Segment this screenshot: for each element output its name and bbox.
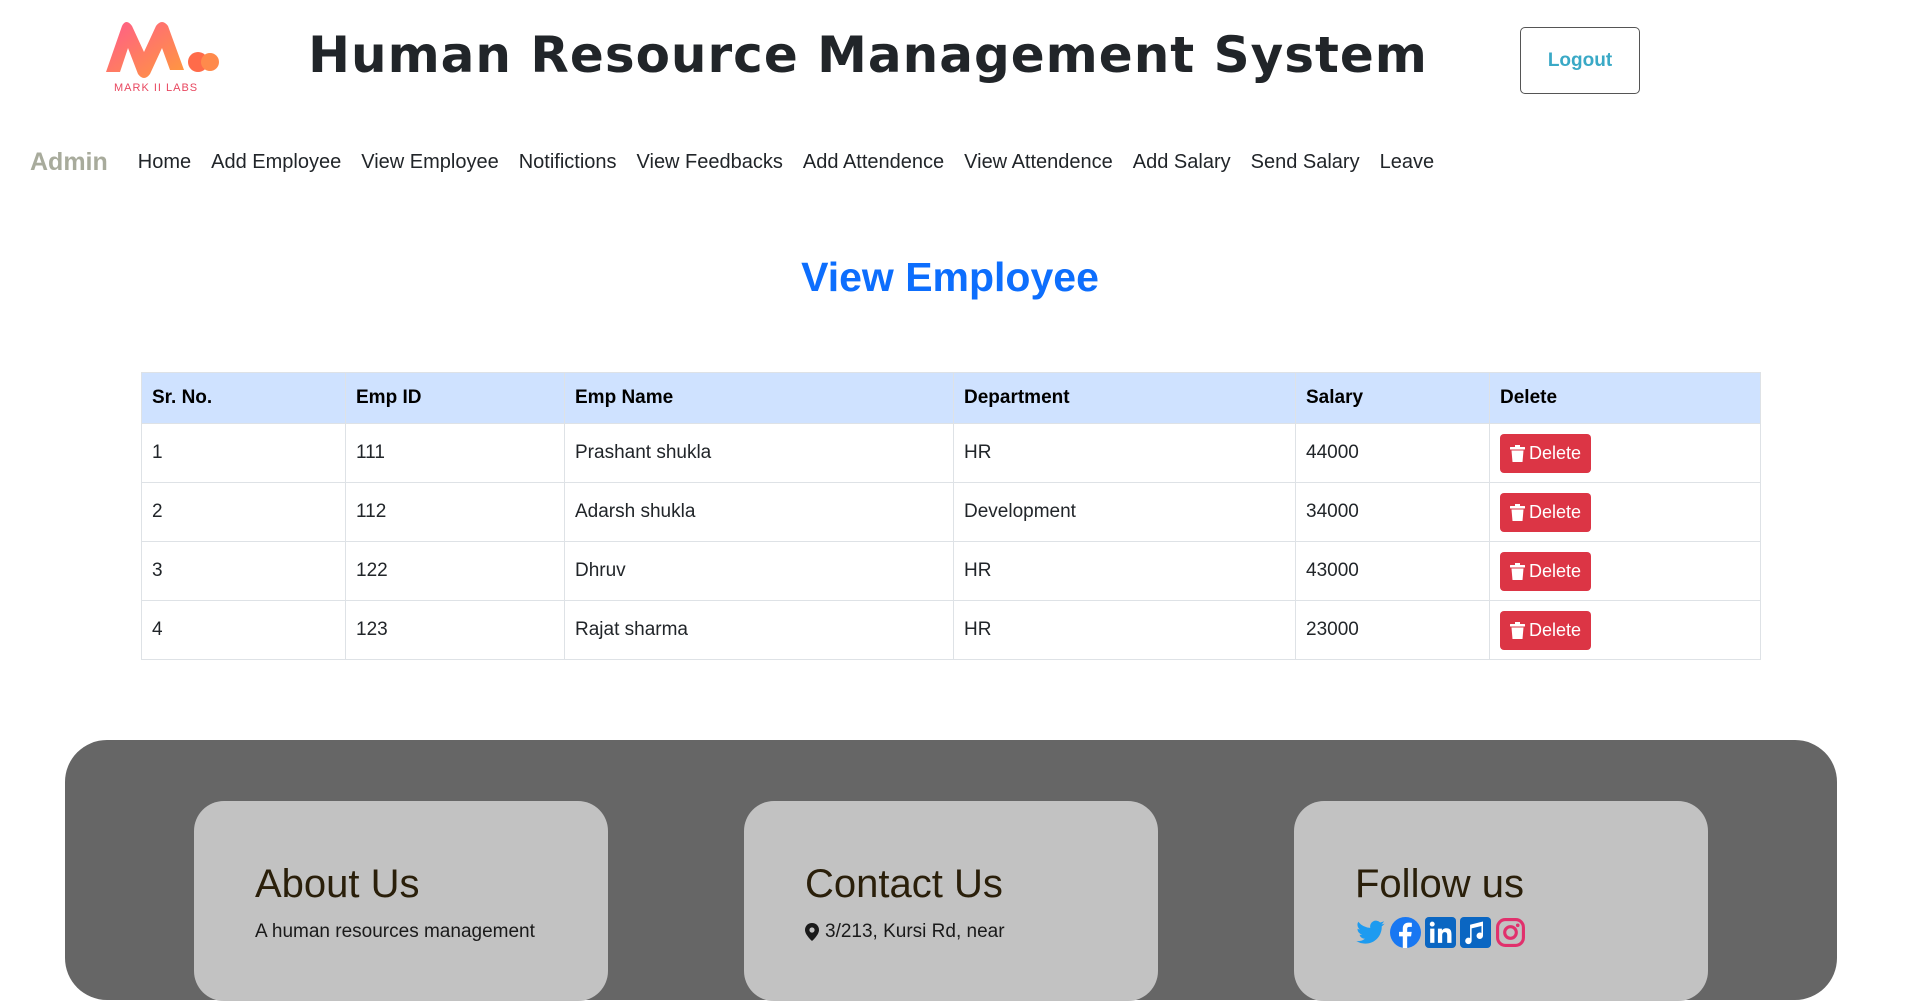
trash-icon [1510,621,1525,639]
header-department: Department [953,372,1296,424]
cell-emp-name: Adarsh shukla [564,482,954,542]
cell-sr-no: 2 [141,482,346,542]
navbar-brand[interactable]: Admin [30,148,108,177]
linkedin-icon[interactable] [1425,917,1456,948]
nav-item-send-salary[interactable]: Send Salary [1251,151,1360,174]
location-pin-icon [805,923,819,941]
cell-emp-id: 123 [345,600,565,660]
table-row: 4 123 Rajat sharma HR 23000 Delete [141,600,1761,660]
cell-sr-no: 4 [141,600,346,660]
nav-item-notifications[interactable]: Notifictions [519,151,617,174]
cell-salary: 34000 [1295,482,1490,542]
cell-sr-no: 1 [141,423,346,483]
header-delete: Delete [1489,372,1761,424]
cell-delete: Delete [1489,541,1761,601]
delete-label: Delete [1529,560,1582,581]
table-row: 2 112 Adarsh shukla Development 34000 De… [141,482,1761,542]
cell-department: HR [953,423,1296,483]
cell-salary: 43000 [1295,541,1490,601]
cell-emp-name: Rajat sharma [564,600,954,660]
table-row: 1 111 Prashant shukla HR 44000 Delete [141,423,1761,483]
cell-emp-id: 112 [345,482,565,542]
delete-button[interactable]: Delete [1500,433,1592,473]
delete-label: Delete [1529,442,1582,463]
cell-department: HR [953,541,1296,601]
cell-delete: Delete [1489,482,1761,542]
nav-item-add-employee[interactable]: Add Employee [211,151,341,174]
navbar: Admin Home Add Employee View Employee No… [30,145,1454,179]
cell-emp-id: 111 [345,423,565,483]
nav-item-leave[interactable]: Leave [1380,151,1435,174]
table-header-row: Sr. No. Emp ID Emp Name Department Salar… [141,372,1761,424]
nav-item-add-salary[interactable]: Add Salary [1133,151,1231,174]
employee-table: Sr. No. Emp ID Emp Name Department Salar… [141,372,1761,660]
follow-card: Follow us [1294,801,1708,1001]
nav-item-view-attendance[interactable]: View Attendence [964,151,1113,174]
delete-button[interactable]: Delete [1500,610,1592,650]
logout-button[interactable]: Logout [1520,27,1640,94]
header-salary: Salary [1295,372,1490,424]
nav-item-add-attendance[interactable]: Add Attendence [803,151,944,174]
page-title: View Employee [801,254,1099,300]
table-row: 3 122 Dhruv HR 43000 Delete [141,541,1761,601]
cell-delete: Delete [1489,600,1761,660]
delete-button[interactable]: Delete [1500,492,1592,532]
cell-emp-name: Prashant shukla [564,423,954,483]
cell-salary: 23000 [1295,600,1490,660]
facebook-icon[interactable] [1390,917,1421,948]
delete-label: Delete [1529,619,1582,640]
header-sr-no: Sr. No. [141,372,346,424]
header-emp-name: Emp Name [564,372,954,424]
footer: About Us A human resources management Co… [65,740,1837,1001]
cell-salary: 44000 [1295,423,1490,483]
instagram-icon[interactable] [1495,917,1526,948]
trash-icon [1510,503,1525,521]
app-title: Human Resource Management System [308,26,1428,84]
trash-icon [1510,562,1525,580]
about-card: About Us A human resources management [194,801,608,1001]
music-icon[interactable] [1460,917,1491,948]
nav-item-view-employee[interactable]: View Employee [361,151,498,174]
cell-emp-name: Dhruv [564,541,954,601]
delete-button[interactable]: Delete [1500,551,1592,591]
contact-card: Contact Us 3/213, Kursi Rd, near [744,801,1158,1001]
header-emp-id: Emp ID [345,372,565,424]
nav-item-home[interactable]: Home [138,151,191,174]
cell-delete: Delete [1489,423,1761,483]
cell-emp-id: 122 [345,541,565,601]
cell-department: Development [953,482,1296,542]
cell-sr-no: 3 [141,541,346,601]
cell-department: HR [953,600,1296,660]
twitter-icon[interactable] [1355,917,1386,948]
delete-label: Delete [1529,501,1582,522]
follow-title: Follow us [1355,862,1524,906]
social-links [1355,917,1526,948]
about-title: About Us [255,862,420,906]
trash-icon [1510,444,1525,462]
contact-title: Contact Us [805,862,1003,906]
nav-item-view-feedbacks[interactable]: View Feedbacks [637,151,783,174]
